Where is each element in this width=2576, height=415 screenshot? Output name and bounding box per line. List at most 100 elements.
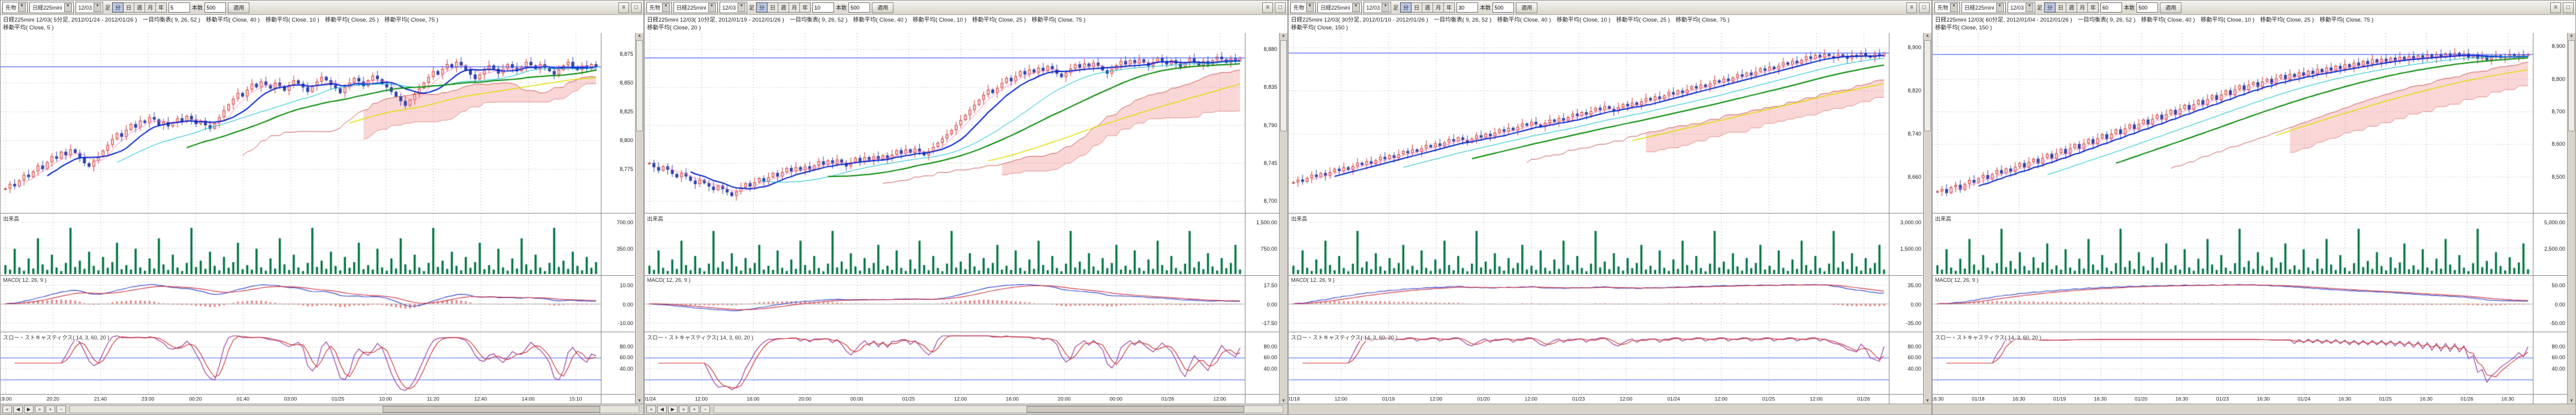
- stochastics-chart-canvas[interactable]: [1, 332, 601, 394]
- price-chart-canvas[interactable]: [1289, 33, 1889, 213]
- vertical-scrollbar[interactable]: ▲ ▼: [1279, 33, 1287, 404]
- menu-icon-button[interactable]: ≡: [1262, 2, 1273, 13]
- scroll-up-icon[interactable]: ▲: [1924, 34, 1931, 38]
- bars-input[interactable]: [1492, 2, 1514, 13]
- contract-select[interactable]: 12/03 ▼: [2008, 2, 2036, 13]
- bars-input[interactable]: [848, 2, 870, 13]
- menu-icon-button[interactable]: ≡: [618, 2, 629, 13]
- zoom-in-icon[interactable]: +: [46, 405, 55, 413]
- macd-chart-canvas[interactable]: [1, 276, 601, 332]
- volume-chart-canvas[interactable]: [1933, 213, 2533, 275]
- scroll-down-icon[interactable]: ▼: [1280, 399, 1287, 403]
- symbol-select[interactable]: 日経225mini ▼: [673, 2, 718, 13]
- period-day-button[interactable]: 日: [2056, 2, 2066, 13]
- interval-input[interactable]: [812, 2, 834, 13]
- scroll-end-icon[interactable]: »: [679, 405, 688, 413]
- new-window-icon-button[interactable]: □: [2563, 2, 2574, 13]
- interval-input[interactable]: [1456, 2, 1478, 13]
- symbol-select[interactable]: 日経225mini ▼: [29, 2, 74, 13]
- new-window-icon-button[interactable]: □: [1919, 2, 1930, 13]
- category-select[interactable]: 先物 ▼: [1290, 2, 1316, 13]
- period-month-button[interactable]: 月: [2077, 2, 2088, 13]
- period-day-button[interactable]: 日: [768, 2, 778, 13]
- stochastics-chart-canvas[interactable]: [1289, 332, 1889, 394]
- period-month-button[interactable]: 月: [1433, 2, 1444, 13]
- stochastics-chart-canvas[interactable]: [645, 332, 1245, 394]
- price-chart-canvas[interactable]: [645, 33, 1245, 213]
- stochastics-chart-canvas[interactable]: [1933, 332, 2533, 394]
- zoom-out-icon[interactable]: −: [700, 405, 710, 413]
- apply-button[interactable]: 適用: [2160, 2, 2181, 13]
- period-day-button[interactable]: 日: [124, 2, 134, 13]
- vertical-scrollbar-thumb[interactable]: [1280, 40, 1287, 131]
- period-year-button[interactable]: 年: [1444, 2, 1455, 13]
- scroll-left-icon[interactable]: ◀: [13, 405, 23, 413]
- zoom-out-icon[interactable]: −: [56, 405, 66, 413]
- macd-chart-canvas[interactable]: [1933, 276, 2533, 332]
- macd-chart-canvas[interactable]: [645, 276, 1245, 332]
- period-day-button[interactable]: 日: [1412, 2, 1422, 13]
- period-year-button[interactable]: 年: [800, 2, 811, 13]
- menu-icon-button[interactable]: ≡: [1906, 2, 1917, 13]
- interval-input[interactable]: [168, 2, 190, 13]
- bars-input[interactable]: [204, 2, 226, 13]
- period-week-button[interactable]: 週: [1422, 2, 1433, 13]
- symbol-select[interactable]: 日経225mini ▼: [1961, 2, 2006, 13]
- horizontal-scrollbar-thumb[interactable]: [1027, 406, 1244, 413]
- new-window-icon-button[interactable]: □: [631, 2, 642, 13]
- period-year-button[interactable]: 年: [2088, 2, 2099, 13]
- price-chart-canvas[interactable]: [1933, 33, 2533, 213]
- volume-chart-canvas[interactable]: [645, 213, 1245, 275]
- vertical-scrollbar-thumb[interactable]: [2568, 40, 2575, 131]
- price-chart-canvas[interactable]: [1, 33, 601, 213]
- category-select[interactable]: 先物 ▼: [1934, 2, 1960, 13]
- horizontal-scrollbar[interactable]: [714, 405, 1283, 413]
- horizontal-scrollbar-thumb[interactable]: [383, 406, 600, 413]
- horizontal-scrollbar[interactable]: [70, 405, 639, 413]
- apply-button[interactable]: 適用: [1516, 2, 1537, 13]
- scroll-start-icon[interactable]: «: [2, 405, 12, 413]
- apply-button[interactable]: 適用: [872, 2, 893, 13]
- vertical-scrollbar[interactable]: ▲ ▼: [1923, 33, 1931, 404]
- period-week-button[interactable]: 週: [778, 2, 789, 13]
- contract-select[interactable]: 12/03 ▼: [76, 2, 104, 13]
- category-select[interactable]: 先物 ▼: [2, 2, 28, 13]
- category-select[interactable]: 先物 ▼: [646, 2, 672, 13]
- new-window-icon-button[interactable]: □: [1275, 2, 1286, 13]
- scroll-up-icon[interactable]: ▲: [1280, 34, 1287, 38]
- period-minute-button[interactable]: 分: [1400, 2, 1412, 13]
- period-minute-button[interactable]: 分: [2044, 2, 2056, 13]
- scroll-up-icon[interactable]: ▲: [636, 34, 643, 38]
- contract-select[interactable]: 12/03 ▼: [720, 2, 748, 13]
- period-month-button[interactable]: 月: [789, 2, 800, 13]
- macd-chart-canvas[interactable]: [1289, 276, 1889, 332]
- scroll-down-icon[interactable]: ▼: [2568, 399, 2575, 403]
- interval-input[interactable]: [2100, 2, 2122, 13]
- scroll-start-icon[interactable]: «: [646, 405, 656, 413]
- scroll-down-icon[interactable]: ▼: [1924, 399, 1931, 403]
- vertical-scrollbar[interactable]: ▲ ▼: [635, 33, 643, 404]
- period-minute-button[interactable]: 分: [112, 2, 124, 13]
- vertical-scrollbar-thumb[interactable]: [636, 40, 643, 131]
- scroll-right-icon[interactable]: ▶: [668, 405, 678, 413]
- scroll-down-icon[interactable]: ▼: [636, 399, 643, 403]
- apply-button[interactable]: 適用: [228, 2, 249, 13]
- volume-chart-canvas[interactable]: [1289, 213, 1889, 275]
- period-week-button[interactable]: 週: [134, 2, 145, 13]
- scroll-right-icon[interactable]: ▶: [24, 405, 34, 413]
- scroll-up-icon[interactable]: ▲: [2568, 34, 2575, 38]
- scroll-left-icon[interactable]: ◀: [657, 405, 667, 413]
- menu-icon-button[interactable]: ≡: [2550, 2, 2561, 13]
- symbol-select[interactable]: 日経225mini ▼: [1317, 2, 1362, 13]
- vertical-scrollbar[interactable]: ▲ ▼: [2567, 33, 2575, 404]
- volume-chart-canvas[interactable]: [1, 213, 601, 275]
- contract-select[interactable]: 12/03 ▼: [1364, 2, 1392, 13]
- period-week-button[interactable]: 週: [2066, 2, 2077, 13]
- zoom-in-icon[interactable]: +: [690, 405, 699, 413]
- scroll-end-icon[interactable]: »: [35, 405, 44, 413]
- bars-input[interactable]: [2136, 2, 2158, 13]
- period-minute-button[interactable]: 分: [756, 2, 768, 13]
- vertical-scrollbar-thumb[interactable]: [1924, 40, 1931, 131]
- period-year-button[interactable]: 年: [156, 2, 167, 13]
- period-month-button[interactable]: 月: [145, 2, 156, 13]
